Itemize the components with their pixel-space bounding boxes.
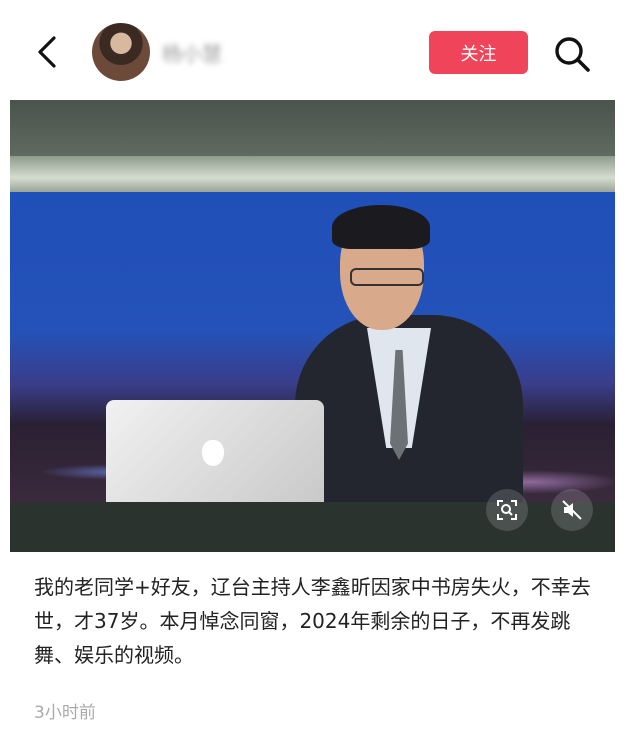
mute-button[interactable] [551, 489, 593, 531]
back-icon [38, 36, 56, 68]
scan-button[interactable] [486, 489, 528, 531]
follow-button[interactable]: 关注 [429, 31, 528, 74]
post-timestamp: 3小时前 [34, 703, 96, 723]
back-button[interactable] [30, 32, 66, 72]
scan-icon [497, 500, 517, 520]
apple-logo [202, 440, 224, 466]
laptop [106, 400, 324, 504]
video-player[interactable] [10, 100, 615, 552]
top-bar: 杨小慧 关注 [0, 0, 640, 100]
studio-light-bar [10, 156, 615, 192]
mute-icon [562, 500, 582, 520]
post-caption: 我的老同学+好友，辽台主持人李鑫昕因家中书房失火，不幸去世，才37岁。本月悼念同… [34, 575, 591, 667]
anchor-hair [332, 205, 430, 249]
avatar[interactable] [92, 23, 150, 81]
username[interactable]: 杨小慧 [162, 38, 246, 66]
search-button[interactable] [552, 34, 592, 74]
anchor-glasses [350, 268, 424, 286]
video-frame-top [10, 100, 615, 156]
search-icon [555, 37, 590, 72]
